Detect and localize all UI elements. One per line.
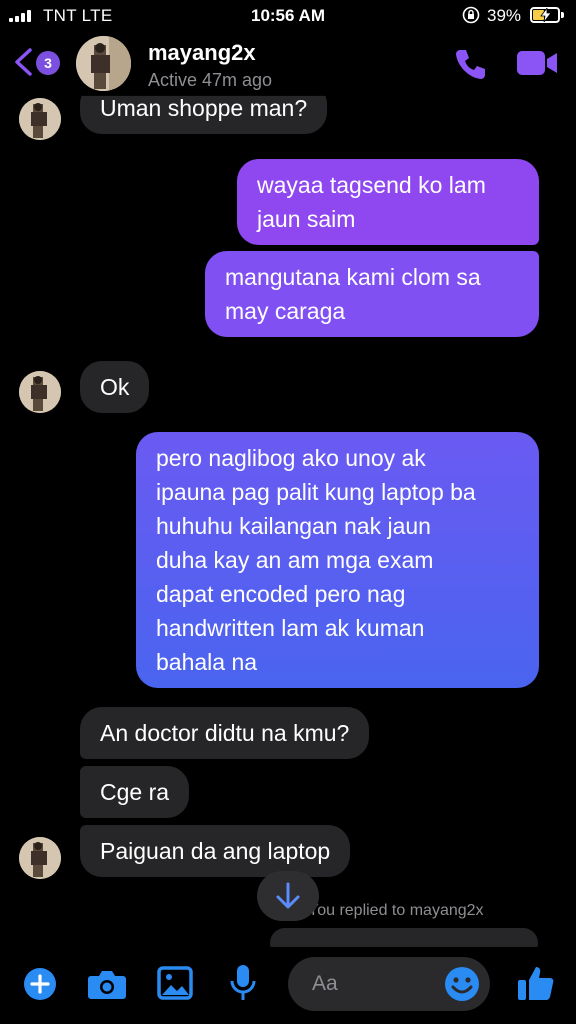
message-text-line: huhuhu kailangan nak jaun (156, 513, 431, 539)
plus-icon (24, 968, 56, 1000)
conversation-header: 3 mayang2x Active 47m ago (0, 34, 576, 96)
phone-icon (456, 50, 485, 79)
battery-percent: 39% (487, 6, 522, 25)
message-text: An doctor didtu na kmu? (100, 720, 350, 746)
message-bubble-incoming[interactable]: An doctor didtu na kmu? (80, 707, 370, 759)
emoji-button[interactable] (443, 965, 481, 1003)
message-text-line: dapat encoded pero nag (156, 581, 406, 607)
emoji-icon (445, 967, 479, 1001)
voice-message-button[interactable] (229, 964, 257, 1004)
back-chevron-icon (15, 48, 32, 76)
message-input[interactable]: Aa (288, 957, 490, 1011)
contact-name[interactable]: mayang2x (148, 40, 256, 66)
message-bubble-outgoing[interactable]: wayaa tagsend ko lam jaun saim (237, 159, 539, 245)
microphone-icon (230, 965, 256, 1000)
message-bubble-incoming[interactable]: Uman shoppe man? (80, 95, 328, 134)
message-text: Uman shoppe man? (100, 95, 308, 121)
audio-call-button[interactable] (452, 46, 488, 82)
message-text-line: jaun saim (257, 206, 356, 232)
camera-button[interactable] (87, 967, 127, 1001)
like-button[interactable] (516, 963, 556, 1003)
reply-notice: You replied to mayang2x (308, 902, 484, 919)
message-text-line: handwritten lam ak kuman (156, 615, 425, 641)
contact-avatar[interactable] (76, 36, 131, 91)
status-bar: TNT LTE 10:56 AM 39% (0, 0, 576, 34)
thumbs-up-icon (518, 967, 554, 1000)
message-text-line: wayaa tagsend ko lam (257, 172, 486, 198)
more-actions-button[interactable] (22, 966, 58, 1002)
message-input-placeholder: Aa (312, 972, 338, 995)
message-composer: Aa (0, 947, 576, 1024)
back-button[interactable] (12, 47, 36, 77)
contact-avatar (19, 837, 61, 879)
battery-icon (530, 7, 560, 23)
message-text: Paiguan da ang laptop (100, 838, 331, 864)
message-text: Cge ra (100, 779, 170, 805)
message-text-line: duha kay an am mga exam (156, 547, 434, 573)
message-bubble-outgoing[interactable]: mangutana kami clom sa may caraga (205, 251, 539, 337)
video-camera-icon (517, 51, 557, 75)
image-icon (157, 966, 193, 1000)
rotation-lock-icon (462, 6, 480, 28)
contact-avatar (19, 371, 61, 413)
message-text: Ok (100, 374, 130, 400)
video-call-button[interactable] (516, 48, 558, 78)
camera-icon (88, 971, 126, 999)
message-text-line: may caraga (225, 298, 346, 324)
message-text-line: bahala na (156, 649, 258, 675)
message-bubble-incoming[interactable]: Paiguan da ang laptop (80, 825, 351, 877)
message-text-line: pero naglibog ako unoy ak (156, 445, 426, 471)
contact-avatar (19, 98, 61, 140)
message-bubble-outgoing[interactable]: pero naglibog ako unoy ak ipauna pag pal… (136, 432, 539, 688)
contact-active-status: Active 47m ago (148, 70, 273, 90)
gallery-button[interactable] (157, 966, 193, 1000)
arrow-down-icon (276, 882, 300, 909)
message-text-line: mangutana kami clom sa (225, 264, 481, 290)
message-list[interactable]: Uman shoppe man? wayaa tagsend ko lam ja… (0, 95, 576, 947)
unread-count-badge: 3 (36, 51, 60, 75)
message-text-line: ipauna pag palit kung laptop ba (156, 479, 476, 505)
message-bubble-incoming[interactable]: Ok (80, 361, 150, 413)
scroll-to-bottom-button[interactable] (257, 871, 319, 921)
message-bubble-incoming[interactable]: Cge ra (80, 766, 190, 818)
